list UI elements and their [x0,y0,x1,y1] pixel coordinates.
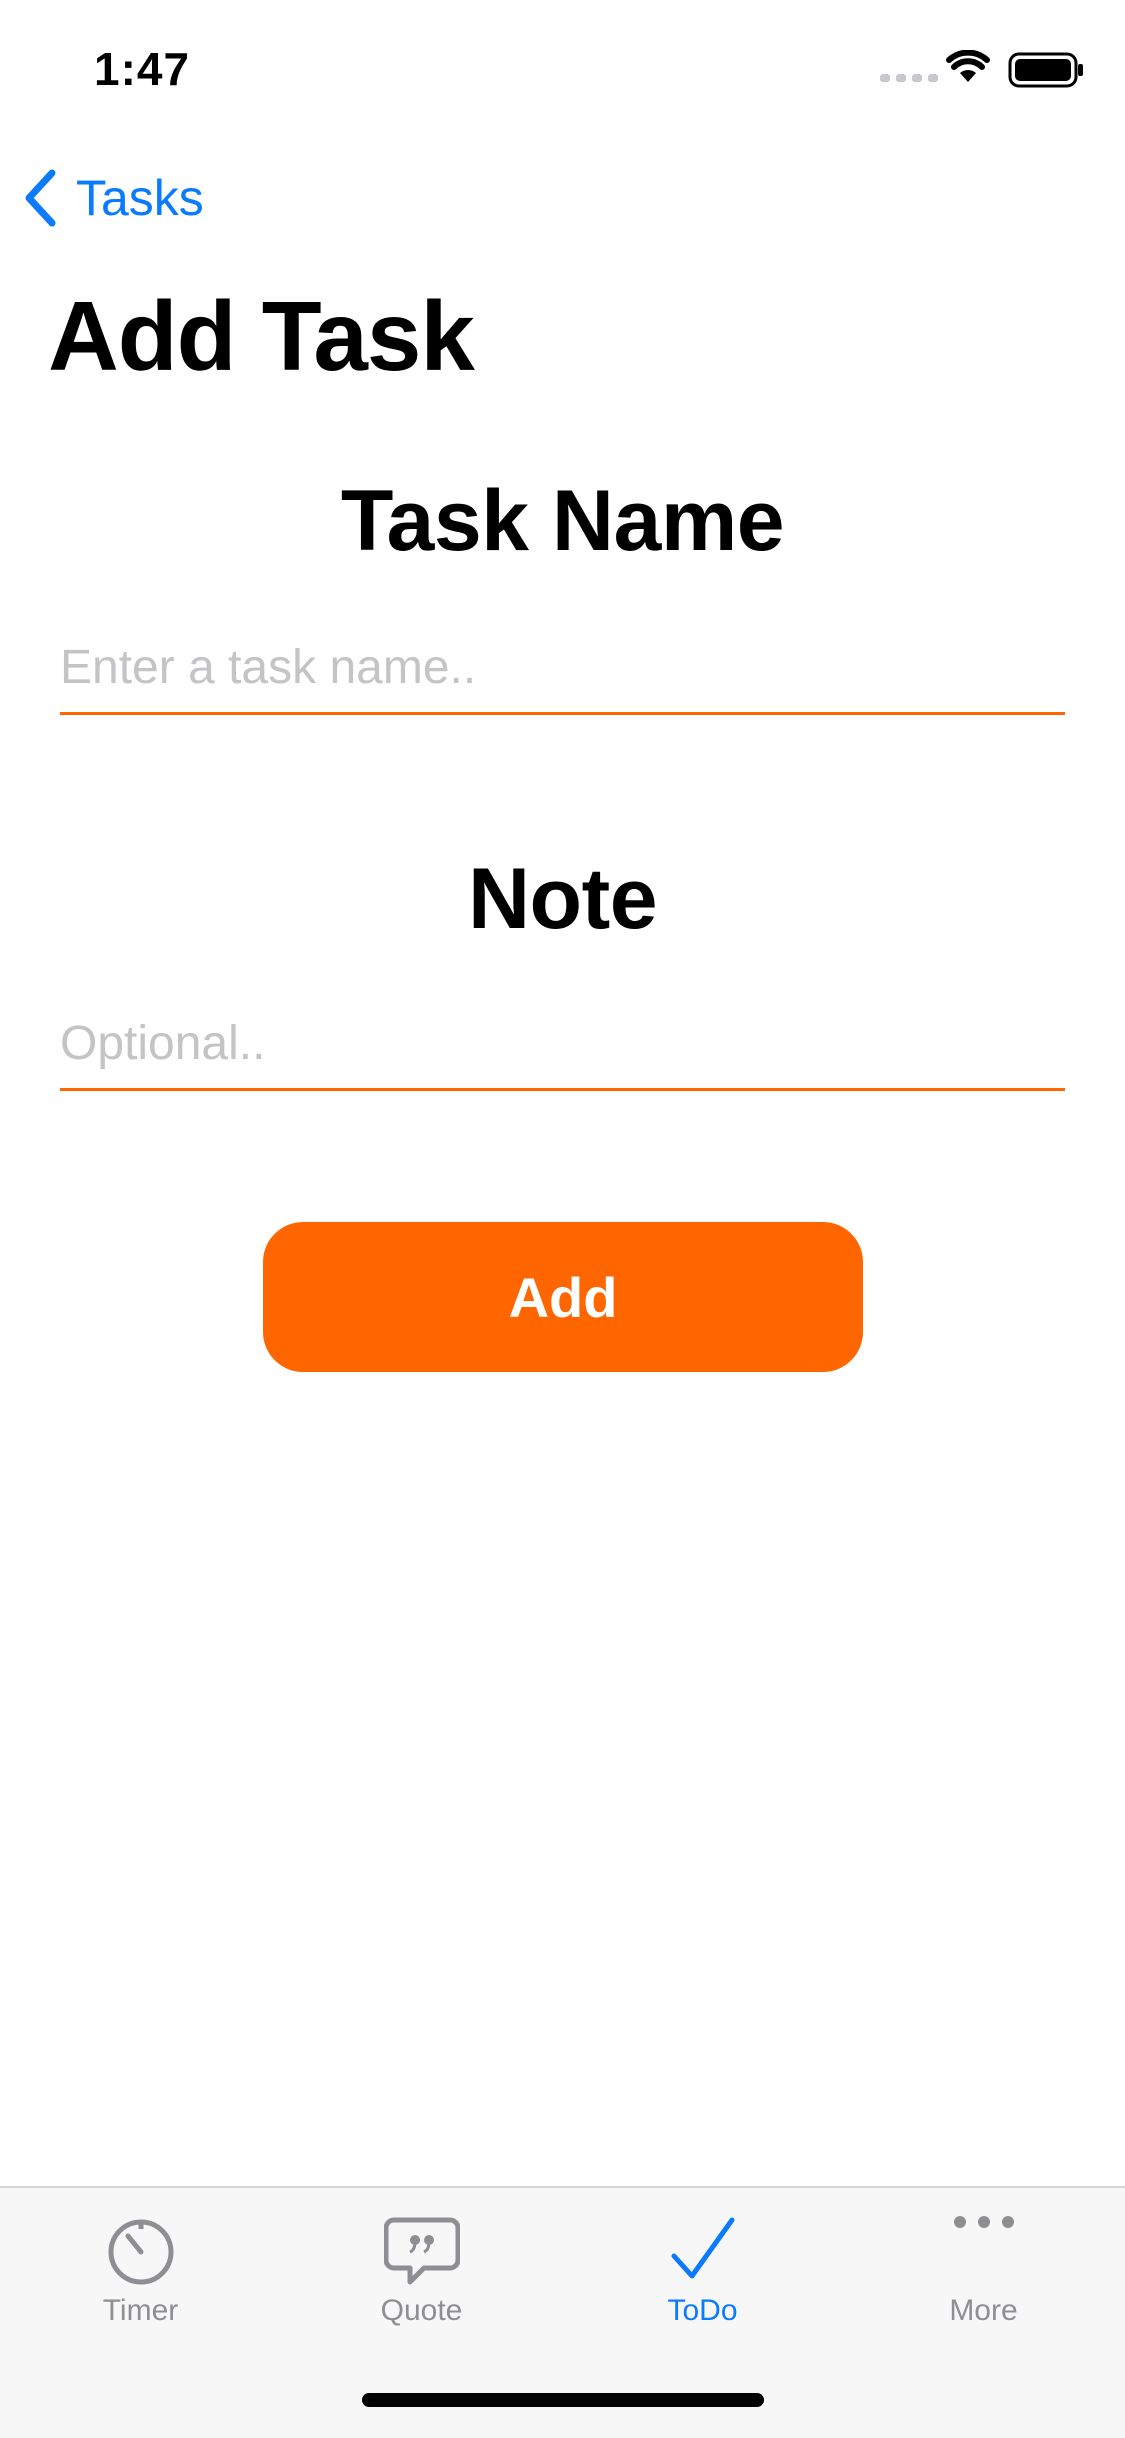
tab-more[interactable]: More [843,2188,1124,2348]
back-button-label: Tasks [76,170,204,226]
task-name-heading: Task Name [340,473,785,569]
status-bar: 1:47 [0,0,1125,132]
tab-quote-label: Quote [380,2294,463,2327]
tab-todo[interactable]: ToDo [562,2188,843,2348]
status-time: 1:47 [94,43,191,95]
tab-quote[interactable]: Quote [281,2188,562,2348]
chevron-left-icon [25,169,56,227]
tab-todo-label: ToDo [667,2294,738,2327]
cellular-signal-icon [880,74,938,82]
back-button[interactable]: Tasks [22,164,204,232]
quote-bubble-icon [383,2217,460,2285]
wifi-icon [946,50,990,82]
tab-more-label: More [949,2294,1018,2327]
note-input[interactable] [60,998,1065,1091]
tab-timer-label: Timer [102,2294,179,2327]
task-name-input[interactable] [60,622,1065,715]
battery-icon [1008,52,1083,88]
tab-timer[interactable]: Timer [0,2188,281,2348]
home-indicator[interactable] [362,2393,764,2407]
note-heading: Note [467,851,658,947]
checkmark-icon [671,2217,734,2279]
add-button[interactable]: Add [263,1222,863,1372]
more-dots-icon [953,2216,1014,2228]
page-title: Add Task [48,281,475,391]
timer-icon [108,2219,173,2285]
